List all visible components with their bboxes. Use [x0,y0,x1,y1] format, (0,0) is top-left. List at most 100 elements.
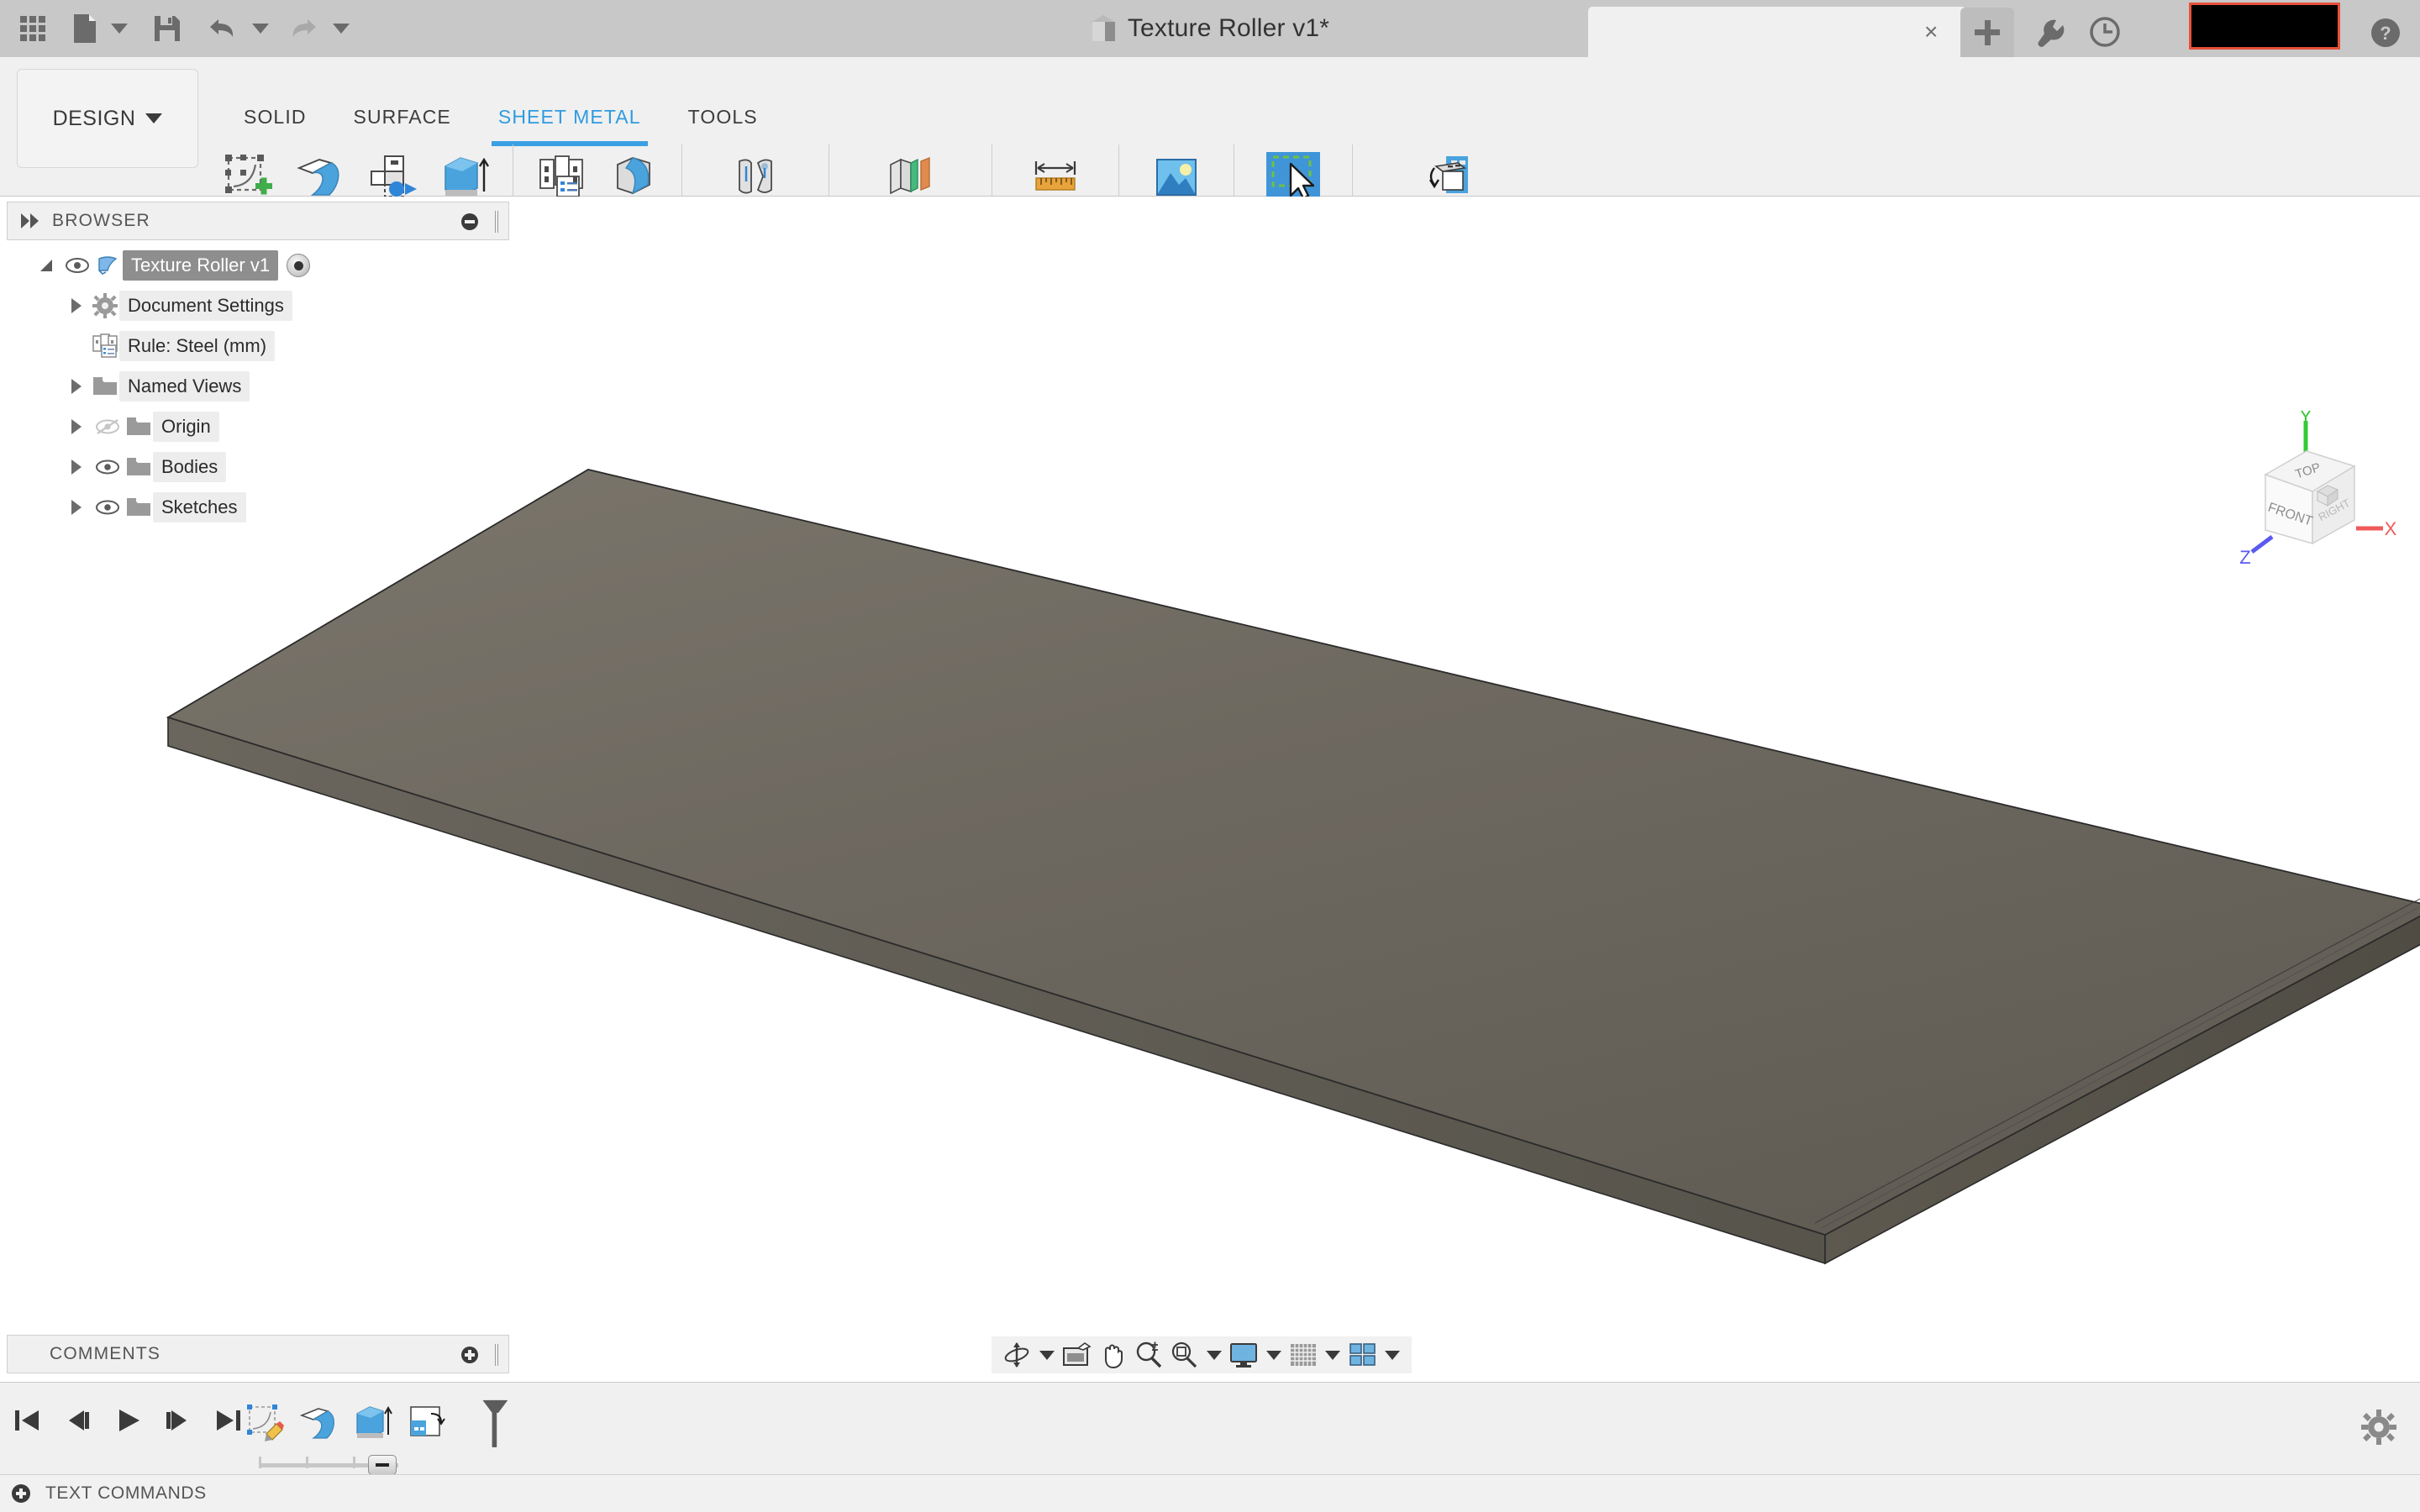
fusion-360-window: × Texture Roller v1* ? DESIGN SOLID SURF… [0,0,2420,1512]
folder-icon [124,447,153,487]
timeline-broom-icon[interactable] [464,1399,511,1447]
redo-icon[interactable] [276,5,326,52]
visibility-eye-icon[interactable] [60,245,94,286]
tree-node-origin[interactable]: Origin [7,407,509,447]
browser-panel-header: BROWSER [7,202,509,240]
orbit-dropdown-caret[interactable] [1039,1350,1055,1360]
settings-gear-icon[interactable] [2361,1410,2396,1445]
tree-node-label: Named Views [119,371,250,402]
tree-node-bodies[interactable]: Bodies [7,447,509,487]
component-icon [94,245,123,286]
ribbon: DESIGN SOLID SURFACE SHEET METAL TOOLS [0,57,2420,239]
tab-surface[interactable]: SURFACE [330,106,475,139]
view-navigation-bar [992,1336,1412,1373]
viewports-icon[interactable] [1345,1337,1380,1373]
help-icon[interactable]: ? [2370,17,2402,49]
twisty-right-icon[interactable] [62,487,91,528]
page-title: Texture Roller v1* [1127,14,1330,42]
display-settings-caret[interactable] [1265,1350,1281,1360]
tree-node-texture-roller[interactable]: Texture Roller v1 [7,245,509,286]
view-cube[interactable]: Y Z X TOP FRONT RIGHT [2218,406,2403,570]
twisty-right-icon[interactable] [62,286,91,326]
tree-node-label: Bodies [153,452,227,482]
axis-z-label: Z [2239,547,2250,568]
minimize-icon[interactable] [461,213,478,230]
fit-icon[interactable] [1167,1337,1202,1373]
twisty-right-icon[interactable] [62,407,91,447]
text-commands-label: TEXT COMMANDS [45,1483,207,1503]
expand-icon[interactable] [12,1484,30,1503]
account-area-redacted[interactable] [2189,3,2340,50]
timeline-marker[interactable] [368,1455,397,1475]
sketch-feature-icon[interactable] [242,1399,289,1446]
display-settings-icon[interactable] [1227,1337,1261,1373]
tab-sheet-metal-label: SHEET METAL [497,106,641,128]
tab-solid[interactable]: SOLID [220,106,330,139]
tree-node-label: Texture Roller v1 [123,250,279,281]
step-back-icon[interactable] [62,1406,92,1439]
fit-dropdown-caret[interactable] [1206,1350,1222,1360]
sheet-metal-rule-icon [91,326,119,366]
unfold-feature-icon[interactable] [403,1399,450,1446]
zoom-icon[interactable] [1131,1337,1165,1373]
redo-dropdown[interactable] [326,5,356,52]
tree-node-named-views[interactable]: Named Views [7,366,509,407]
comments-panel-header: COMMENTS [7,1335,509,1373]
visibility-eye-icon[interactable] [91,447,124,487]
visibility-eye-icon[interactable] [91,487,124,528]
go-to-end-icon[interactable] [213,1406,244,1439]
comments-title: COMMENTS [50,1344,161,1363]
folder-icon [124,407,153,447]
wrench-icon[interactable] [2033,15,2067,49]
app-grid-icon[interactable] [12,5,54,52]
add-tab-button[interactable] [1960,8,2014,57]
panel-resize-grip[interactable] [495,1344,498,1366]
tree-node-label: Document Settings [119,291,292,321]
tree-node-document-settings[interactable]: Document Settings [7,286,509,326]
workspace-label: DESIGN [52,106,136,130]
orbit-icon[interactable] [1000,1337,1034,1373]
grid-snap-icon[interactable] [1286,1337,1321,1373]
document-type-icon [1090,15,1116,42]
go-to-beginning-icon[interactable] [12,1406,42,1439]
axis-y-label: Y [2300,411,2312,427]
tree-node-rule-steel[interactable]: Rule: Steel (mm) [7,326,509,366]
grid-snap-caret[interactable] [1325,1350,1341,1360]
play-icon[interactable] [113,1406,143,1439]
step-forward-icon[interactable] [163,1406,193,1439]
visibility-eye-off-icon[interactable] [91,407,124,447]
twisty-right-icon[interactable] [62,366,91,407]
new-document-icon[interactable] [54,5,104,52]
timeline-tick [306,1457,308,1468]
collapse-left-icon[interactable] [21,213,39,228]
undo-icon[interactable] [188,5,245,52]
twisty-down-icon[interactable] [32,245,60,286]
save-icon[interactable] [134,5,188,52]
flange-feature-icon[interactable] [296,1399,343,1446]
new-document-dropdown[interactable] [104,5,134,52]
add-comment-icon[interactable] [461,1347,478,1363]
timeline-features [242,1399,518,1447]
pan-icon[interactable] [1096,1337,1130,1373]
twisty-right-icon[interactable] [62,447,91,487]
panel-resize-grip[interactable] [495,211,498,233]
folder-icon [91,366,119,407]
svg-text:?: ? [2380,23,2391,44]
folder-icon [124,487,153,528]
tab-sheet-metal[interactable]: SHEET METAL [475,106,665,146]
undo-dropdown[interactable] [245,5,276,52]
tab-tools[interactable]: TOOLS [665,106,781,139]
extrude-feature-icon[interactable] [350,1399,397,1446]
look-at-icon[interactable] [1060,1337,1094,1373]
activate-component-radio[interactable] [287,254,311,277]
gear-icon [91,286,119,326]
tree-node-label: Rule: Steel (mm) [119,331,276,361]
document-tab[interactable] [1588,7,1966,57]
tree-node-sketches[interactable]: Sketches [7,487,509,528]
workspace-switcher-button[interactable]: DESIGN [17,69,198,168]
viewports-caret[interactable] [1385,1350,1400,1360]
clock-icon[interactable] [2088,15,2122,49]
chevron-down-icon [145,113,163,123]
close-tab-icon[interactable]: × [1924,20,1938,44]
tab-surface-label: SURFACE [353,106,451,128]
